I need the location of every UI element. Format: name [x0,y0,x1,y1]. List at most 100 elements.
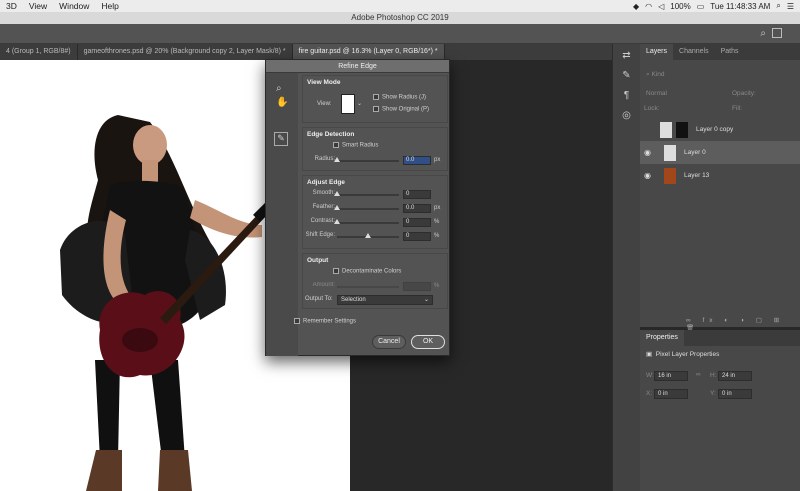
output-section: Output Decontaminate Colors Amount: % Ou… [302,253,448,309]
checkbox-icon [333,142,339,148]
search-icon[interactable]: ⌕ [776,1,780,11]
properties-panel: Properties ▣ Pixel Layer Properties W: 1… [640,330,800,491]
battery-icon: ▭ [696,1,705,11]
adjust-icon[interactable]: ⇄ [618,50,636,64]
feather-label: Feather: [312,204,335,210]
menu-help[interactable]: Help [101,1,118,11]
show-radius-checkbox[interactable]: Show Radius (J) [373,94,426,101]
layer-name: Layer 0 copy [696,126,734,133]
contrast-unit: % [434,219,440,225]
menu-window[interactable]: Window [59,1,89,11]
tab-paths[interactable]: Paths [715,44,745,60]
tab-channels[interactable]: Channels [673,44,715,60]
options-bar: ⌕ [0,24,800,44]
layer-thumbnail [664,144,676,161]
window-title: Adobe Photoshop CC 2019 [0,12,800,24]
remember-settings-checkbox[interactable]: Remember Settings [294,318,356,325]
layer-row-selected[interactable]: ◉ Layer 0 [640,141,800,164]
clock[interactable]: Tue 11:48:33 AM [710,2,770,11]
x-field[interactable]: 0 in [654,389,688,399]
show-original-checkbox[interactable]: Show Original (P) [373,106,429,113]
tab-layers[interactable]: Layers [640,44,674,60]
workspace-icon[interactable] [772,28,782,38]
radius-slider[interactable] [334,157,399,162]
smart-radius-checkbox[interactable]: Smart Radius [333,142,378,149]
cancel-button[interactable]: Cancel [372,335,406,349]
adjust-edge-heading: Adjust Edge [307,179,345,186]
kind-filter[interactable]: ⌕ Kind [646,71,664,79]
smooth-field[interactable]: 0 [403,190,431,199]
output-to-value: Selection [341,297,366,303]
wifi-icon[interactable]: ◠ [645,2,652,11]
y-field[interactable]: 0 in [718,389,752,399]
view-mode-section: View Mode View: ⌄ Show Radius (J) Show O… [302,75,448,123]
view-preview-thumbnail[interactable] [341,94,355,114]
volume-icon[interactable]: ◁ [658,2,664,11]
slider-knob[interactable] [365,233,371,238]
eye-icon[interactable]: ◉ [644,171,658,180]
dropbox-icon[interactable]: ◆ [633,2,639,11]
feather-row: Feather: 0.0 px [303,204,449,214]
y-label: Y: [710,390,716,397]
tab-fire-guitar[interactable]: fire guitar.psd @ 16.3% (Layer 0, RGB/16… [292,44,445,60]
layer-row[interactable]: Layer 0 copy [640,118,800,141]
smooth-slider[interactable] [334,191,399,196]
shift-edge-field[interactable]: 0 [403,232,431,241]
navigator-icon[interactable]: ◎ [618,110,636,124]
slider-knob[interactable] [334,157,340,162]
paragraph-icon[interactable]: ¶ [618,90,636,104]
layer-mask-thumbnail[interactable] [676,121,688,138]
eye-icon[interactable]: ◉ [644,148,658,157]
slider-knob[interactable] [334,191,340,196]
adjust-edge-section: Adjust Edge Smooth: 0 Feather: 0.0 px Co… [302,175,448,249]
refine-radius-brush-icon[interactable]: ✎ [274,132,288,146]
contrast-slider[interactable] [334,219,399,224]
zoom-icon[interactable]: ⌕ [276,83,282,94]
slider-knob[interactable] [334,219,340,224]
checkbox-icon [294,318,300,324]
search-icon[interactable]: ⌕ [760,28,766,39]
tab-group1[interactable]: 4 (Group 1, RGB/8#) [0,44,78,60]
decontaminate-checkbox[interactable]: Decontaminate Colors [333,268,401,275]
radius-field[interactable]: 0.0 [403,156,431,165]
shift-edge-slider[interactable] [337,233,399,238]
width-field[interactable]: 16 in [654,371,688,381]
chevron-down-icon: ⌄ [423,297,429,303]
kind-label: Kind [651,71,665,78]
contrast-field[interactable]: 0 [403,218,431,227]
feather-field[interactable]: 0.0 [403,204,431,213]
blend-mode[interactable]: Normal [646,90,667,97]
menu-list-icon[interactable]: ☰ [787,2,794,11]
menu-3d[interactable]: 3D [6,1,17,11]
chevron-down-icon[interactable]: ⌄ [357,100,362,107]
tab-gameofthrones[interactable]: gameofthrones.psd @ 20% (Background copy… [78,44,293,60]
link-icon[interactable]: ∞ [696,371,701,378]
shift-edge-label: Shift Edge: [305,232,335,238]
hand-icon[interactable]: ✋ [276,97,288,108]
output-to-select[interactable]: Selection ⌄ [337,295,433,305]
ok-button[interactable]: OK [411,335,445,349]
amount-field[interactable] [403,282,431,291]
amount-slider[interactable] [337,286,399,288]
battery-percent[interactable]: 100% [670,2,690,11]
tab-properties[interactable]: Properties [640,330,684,346]
height-field[interactable]: 24 in [718,371,752,381]
pixel-layer-section: ▣ Pixel Layer Properties [646,351,720,358]
feather-slider[interactable] [334,205,399,210]
view-mode-heading: View Mode [307,79,341,86]
layer-row[interactable]: ◉ Layer 13 [640,164,800,187]
smart-radius-label: Smart Radius [342,142,379,149]
checkbox-icon [373,106,379,112]
radius-row: Radius: 0.0 px [303,156,449,166]
brush-icon[interactable]: ✎ [618,70,636,84]
show-original-label: Show Original (P) [382,106,430,113]
w-label: W: [646,372,654,379]
slider-knob[interactable] [334,205,340,210]
dialog-title: Refine Edge [266,60,449,73]
menu-view[interactable]: View [29,1,47,11]
pixel-layer-label: Pixel Layer Properties [655,351,720,358]
checkbox-icon [373,94,379,100]
edge-detection-heading: Edge Detection [307,131,355,138]
decontaminate-label: Decontaminate Colors [342,268,402,275]
layer-name: Layer 0 [684,149,706,156]
